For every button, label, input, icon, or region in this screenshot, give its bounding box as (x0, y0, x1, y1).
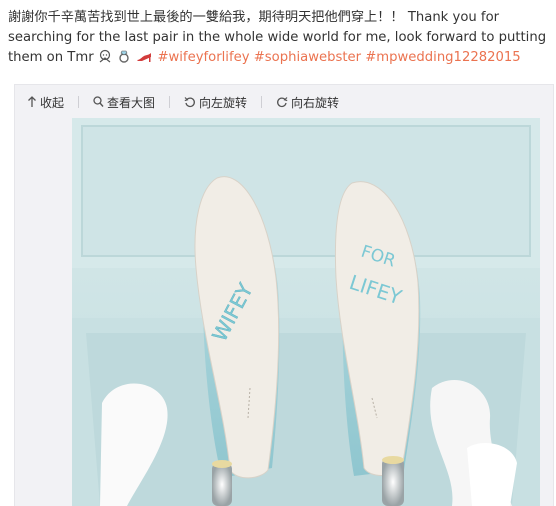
search-icon (93, 96, 104, 108)
shoe-box-photo: WIFEY FOR LIFEY (72, 118, 540, 506)
high-heel-icon (136, 49, 152, 70)
left-heel (212, 463, 232, 506)
bride-icon (98, 49, 112, 70)
post-text-cn: 謝謝你千辛萬苦找到世上最後的一雙給我，期待明天把他們穿上！！ (8, 10, 404, 25)
media-panel: 收起 查看大图 向左旋转 向右旋转 WIFEY FOR LIFEY (14, 84, 554, 506)
toolbar-divider (261, 96, 263, 108)
view-large-button[interactable]: 查看大图 (93, 94, 155, 111)
arrow-up-icon (27, 96, 37, 108)
collapse-button[interactable]: 收起 (27, 94, 64, 111)
hashtag-mpwedding[interactable]: #mpwedding12282015 (365, 50, 520, 65)
rotate-left-icon (184, 96, 196, 108)
post-text: 謝謝你千辛萬苦找到世上最後的一雙給我，期待明天把他們穿上！！ Thank you… (8, 8, 552, 70)
rotate-right-button[interactable]: 向右旋转 (276, 94, 339, 111)
rotate-left-button[interactable]: 向左旋转 (184, 94, 247, 111)
hashtag-sophiawebster[interactable]: #sophiawebster (254, 50, 361, 65)
hashtag-wifeyforlifey[interactable]: #wifeyforlifey (157, 50, 249, 65)
rotate-right-icon (276, 96, 288, 108)
media-toolbar: 收起 查看大图 向左旋转 向右旋转 (27, 91, 339, 113)
toolbar-divider (169, 96, 171, 108)
right-heel (382, 458, 404, 506)
rotate-left-label: 向左旋转 (199, 95, 248, 110)
post-photo[interactable]: WIFEY FOR LIFEY (72, 118, 540, 506)
collapse-label: 收起 (40, 95, 65, 110)
ring-icon (117, 49, 131, 70)
view-large-label: 查看大图 (107, 95, 156, 110)
rotate-right-label: 向右旋转 (291, 95, 340, 110)
toolbar-divider (78, 96, 80, 108)
